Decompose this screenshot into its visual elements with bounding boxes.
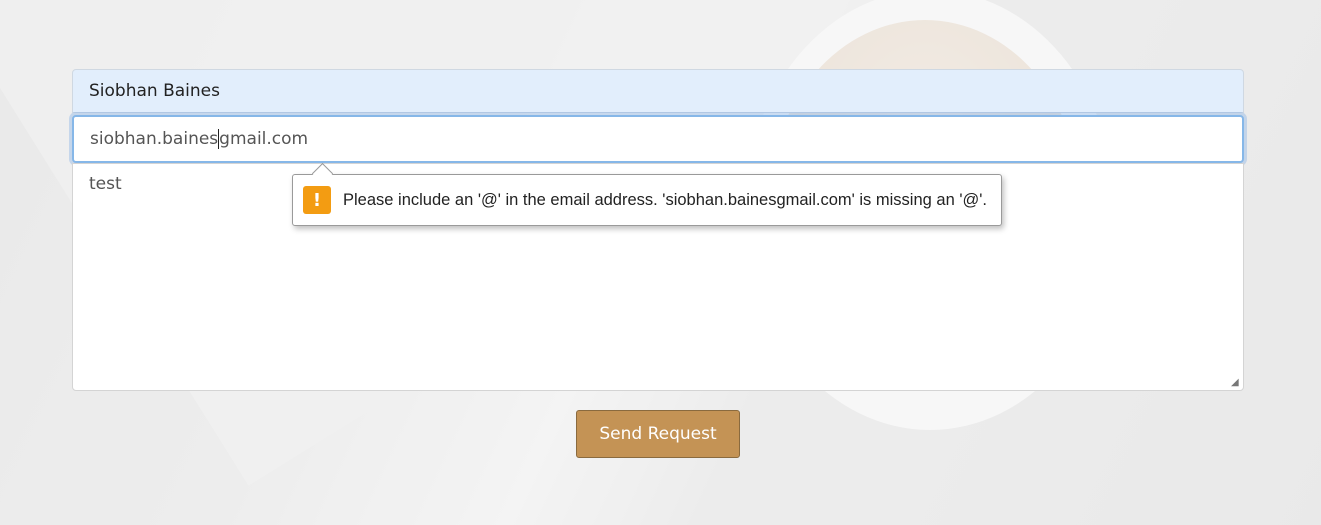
send-request-button[interactable]: Send Request [576, 410, 740, 458]
email-text-before-caret: siobhan.baines [90, 129, 219, 149]
email-field[interactable]: siobhan.baines gmail.com [72, 115, 1244, 163]
name-field-value: Siobhan Baines [89, 81, 220, 101]
contact-form: Siobhan Baines siobhan.baines gmail.com t… [72, 69, 1244, 391]
validation-tooltip: ! Please include an '@' in the email add… [292, 174, 1002, 226]
warning-icon: ! [303, 186, 331, 214]
name-field[interactable]: Siobhan Baines [72, 69, 1244, 113]
resize-handle-icon[interactable]: ◢ [1231, 378, 1241, 388]
message-field-value: test [89, 174, 122, 194]
email-text-after-caret: gmail.com [219, 129, 309, 149]
validation-message: Please include an '@' in the email addre… [343, 190, 987, 209]
